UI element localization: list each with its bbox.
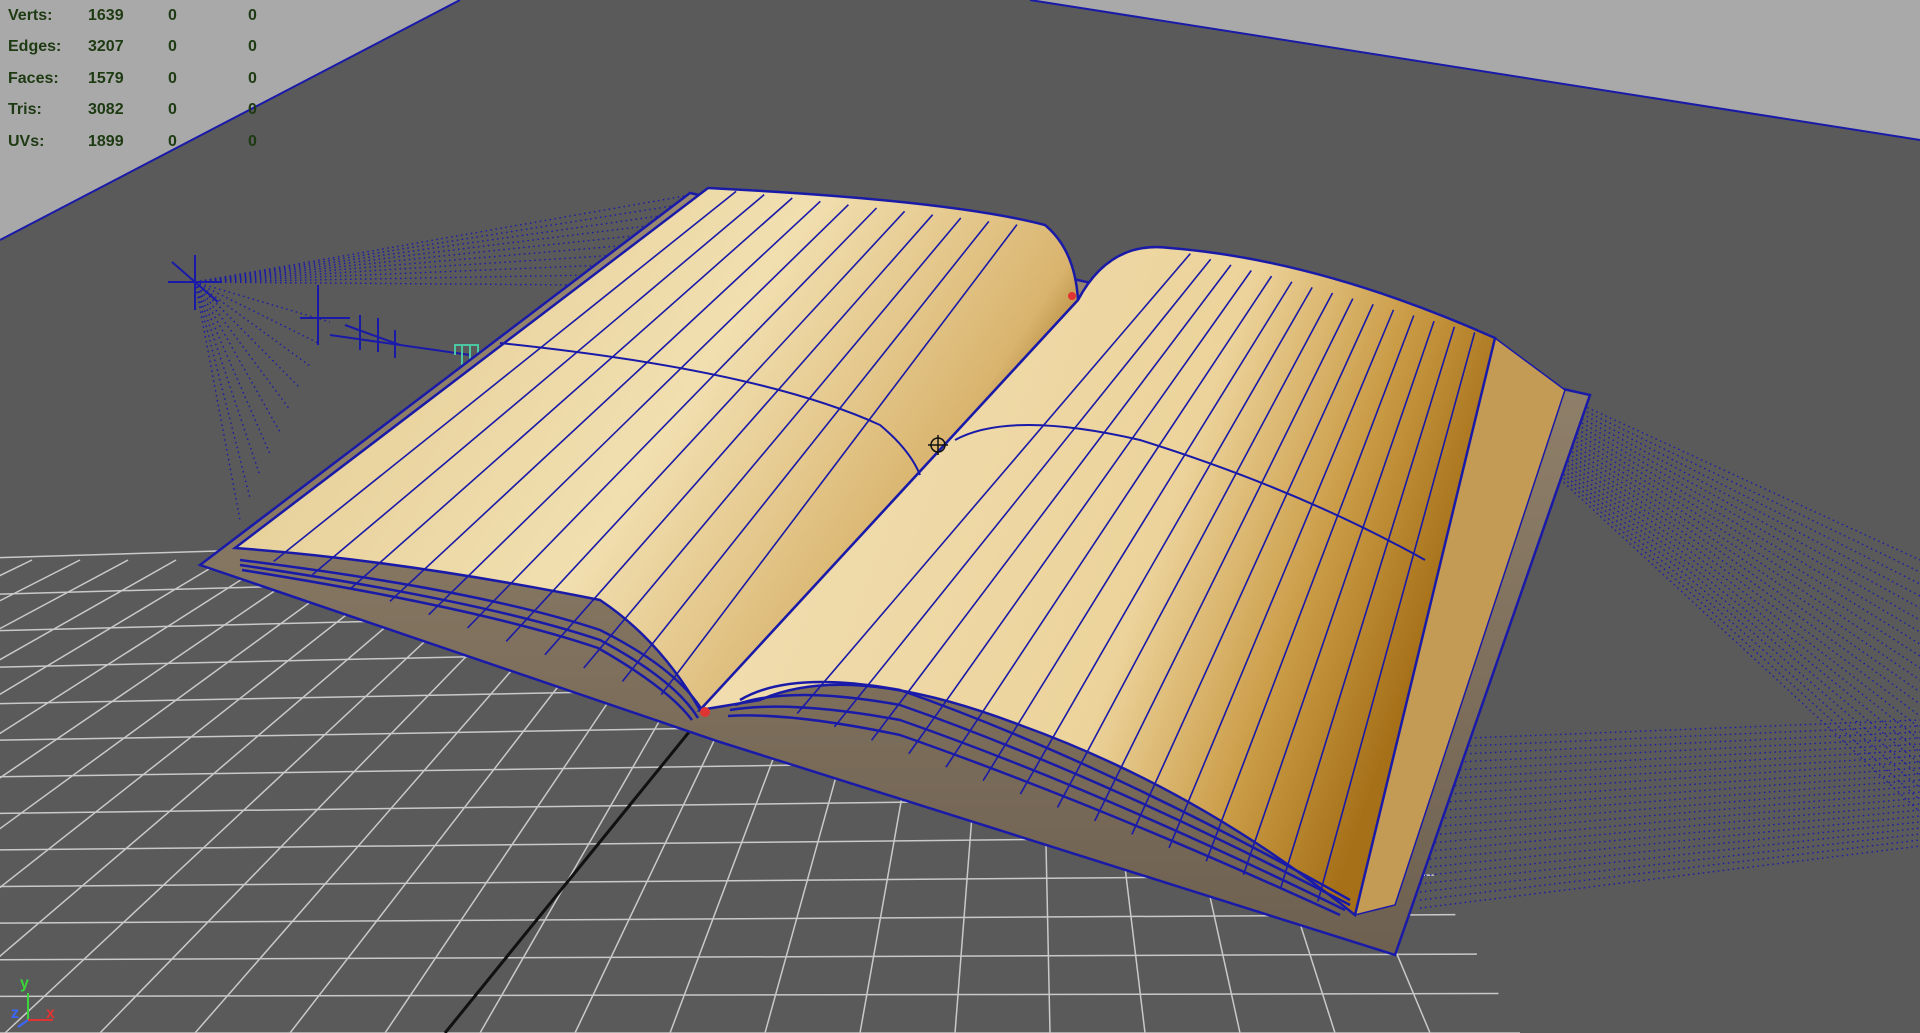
hud-value: 0: [168, 101, 177, 119]
grid-line: [0, 913, 1456, 924]
dotted-line: [194, 281, 251, 499]
dotted-line: [1559, 454, 1920, 741]
hud-row-edges: Edges: 3207 0 0: [8, 32, 328, 64]
dotted-line: [194, 281, 301, 389]
dotted-line: [1559, 446, 1920, 717]
dotted-line: [1559, 458, 1920, 753]
hud-label: Verts:: [8, 6, 53, 24]
dotted-line: [1559, 426, 1920, 657]
hud-value: 0: [248, 69, 257, 87]
poly-count-hud: Verts: 1639 0 0 Edges: 3207 0 0 Faces: 1…: [8, 0, 328, 158]
dotted-line: [1559, 466, 1920, 777]
dotted-line: [1559, 450, 1920, 729]
grid-line: [0, 559, 129, 630]
dotted-line: [194, 281, 261, 477]
dotted-line: [194, 281, 291, 411]
dotted-line: [1419, 809, 1920, 861]
hud-value: 0: [248, 38, 257, 56]
hud-value: 0: [248, 101, 257, 119]
hud-row-tris: Tris: 3082 0 0: [8, 95, 328, 127]
hud-value: 1579: [88, 69, 124, 87]
grid-line: [0, 559, 273, 735]
axis-y-label: y: [20, 975, 29, 992]
dotted-line: [1559, 406, 1920, 597]
dotted-line: [1559, 430, 1920, 669]
hud-value: 0: [168, 132, 177, 150]
dotted-line: [1559, 422, 1920, 645]
grid-line: [0, 559, 177, 661]
hud-row-uvs: UVs: 1899 0 0: [8, 126, 328, 158]
dotted-line: [1559, 410, 1920, 609]
hud-value: 0: [168, 38, 177, 56]
hud-value: 1639: [88, 6, 124, 24]
hud-value: 3207: [88, 38, 124, 56]
hud-label: Faces:: [8, 69, 59, 87]
axis-x-label: x: [46, 1005, 55, 1022]
grid-origin-axis: [443, 699, 717, 1033]
axis-z-label: z: [11, 1005, 19, 1022]
dotted-line: [1419, 815, 1920, 869]
dotted-line: [194, 281, 281, 433]
hud-label: Tris:: [8, 101, 42, 119]
dotted-line: [1419, 803, 1920, 853]
dotted-line: [194, 254, 619, 283]
hud-value: 0: [248, 6, 257, 24]
dotted-line: [1559, 434, 1920, 681]
dotted-line: [1419, 749, 1920, 781]
grid-line: [0, 559, 225, 696]
grid-line: [0, 992, 1499, 998]
dotted-line: [1559, 398, 1920, 573]
dotted-line: [194, 281, 583, 286]
dotted-line: [194, 264, 607, 283]
hud-row-faces: Faces: 1579 0 0: [8, 63, 328, 95]
dotted-line: [194, 281, 311, 367]
hud-value: 0: [168, 6, 177, 24]
view-axis-indicator: y z x: [8, 975, 68, 1030]
hud-value: 1899: [88, 132, 124, 150]
dotted-line: [1419, 845, 1920, 909]
hud-label: UVs:: [8, 132, 45, 150]
dotted-line: [1559, 478, 1920, 813]
hud-value: 3082: [88, 101, 124, 119]
dotted-line: [1559, 474, 1920, 801]
hud-value: 0: [168, 69, 177, 87]
dotted-line: [194, 281, 241, 521]
dotted-line: [1559, 414, 1920, 621]
red-vertex-marker: [700, 707, 710, 717]
dotted-line: [1559, 462, 1920, 765]
hud-value: 0: [248, 132, 257, 150]
dotted-line: [194, 244, 631, 283]
dotted-line: [1559, 438, 1920, 693]
dotted-line: [1559, 418, 1920, 633]
dotted-line: [1559, 442, 1920, 705]
hud-row-verts: Verts: 1639 0 0: [8, 0, 328, 32]
hud-label: Edges:: [8, 38, 62, 56]
grid-line: [0, 953, 1477, 961]
dotted-line: [1559, 402, 1920, 585]
red-vertex-marker: [1068, 292, 1076, 300]
grid-line: [0, 559, 369, 830]
grid-line: [0, 559, 417, 889]
